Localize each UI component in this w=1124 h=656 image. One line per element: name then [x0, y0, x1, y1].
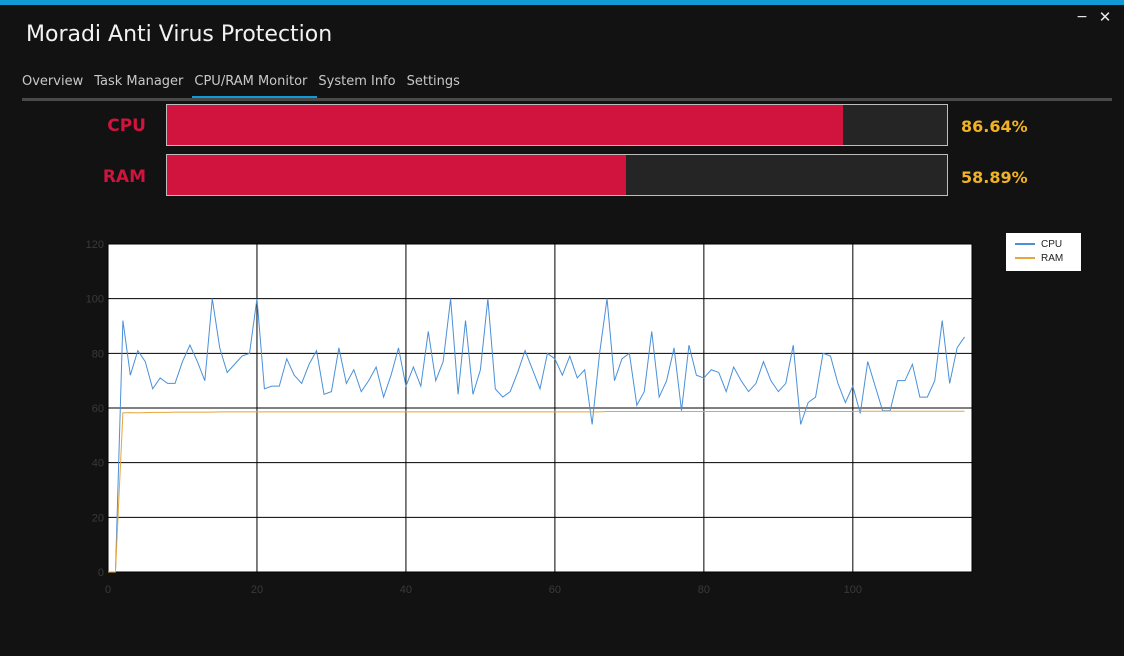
usage-chart: 0 20 40 60 80 100 120 0 20 40 60 80 100 — [86, 239, 973, 596]
x-tick-label: 80 — [698, 584, 710, 596]
y-tick-label: 60 — [92, 403, 104, 415]
legend-swatch-cpu — [1015, 243, 1035, 245]
legend-item-cpu: CPU — [1006, 237, 1081, 251]
x-tick-label: 60 — [549, 584, 561, 596]
x-tick-label: 100 — [844, 584, 862, 596]
y-tick-label: 100 — [86, 294, 104, 306]
y-tick-label: 0 — [98, 567, 104, 579]
app-window: Moradi Anti Virus Protection − ✕ Overvie… — [0, 0, 1124, 656]
x-tick-label: 20 — [251, 584, 263, 596]
y-tick-label: 40 — [92, 458, 104, 470]
y-tick-label: 120 — [86, 239, 104, 251]
x-tick-label: 40 — [400, 584, 412, 596]
chart-legend: CPU RAM — [1006, 233, 1081, 271]
legend-label-cpu: CPU — [1041, 238, 1063, 250]
y-tick-label: 80 — [92, 348, 104, 360]
y-tick-label: 20 — [92, 512, 104, 524]
x-tick-label: 0 — [105, 584, 111, 596]
legend-item-ram: RAM — [1006, 251, 1081, 265]
legend-label-ram: RAM — [1041, 252, 1064, 264]
legend-swatch-ram — [1015, 257, 1035, 259]
